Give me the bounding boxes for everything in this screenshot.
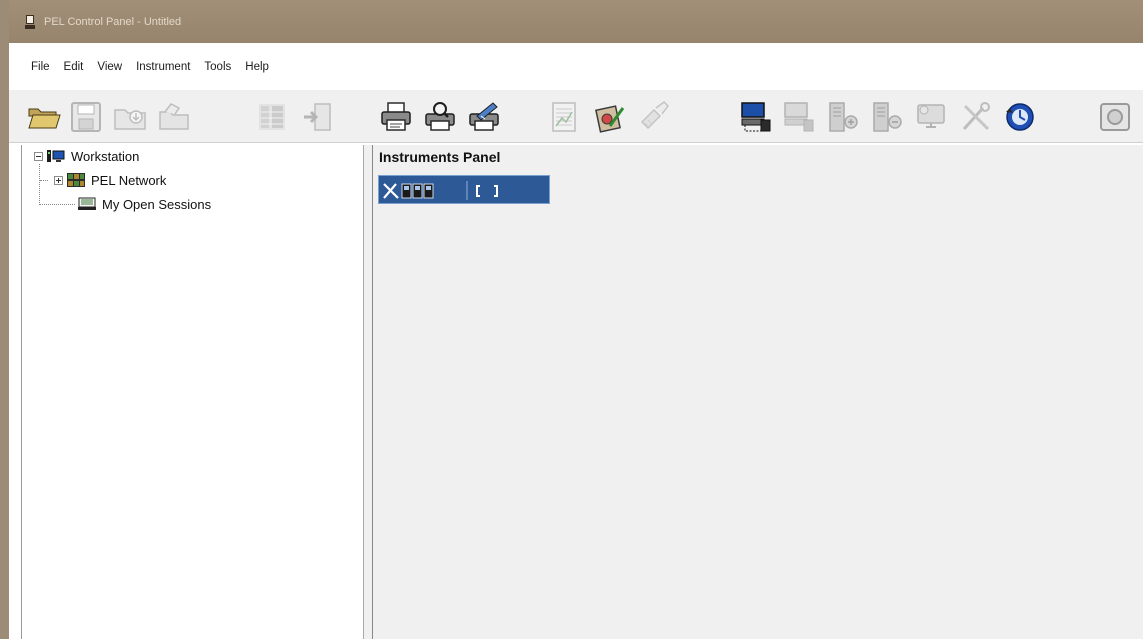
disconnect-icon[interactable] — [782, 100, 816, 134]
tree-label-workstation: Workstation — [71, 148, 140, 164]
tools-icon[interactable] — [959, 100, 993, 134]
grid-icon[interactable] — [256, 100, 290, 134]
printer-icon[interactable] — [379, 100, 413, 134]
sync-icon[interactable] — [1003, 100, 1037, 134]
open-folder-icon[interactable] — [27, 100, 61, 134]
window-frame — [0, 0, 9, 639]
tree-label-my-open-sessions: My Open Sessions — [102, 196, 212, 212]
sessions-icon — [78, 197, 96, 211]
menu-view[interactable]: View — [97, 61, 122, 73]
instruments-toolbar — [378, 175, 550, 204]
title-bar: PEL Control Panel - Untitled — [9, 0, 1143, 43]
download-folder-icon[interactable] — [113, 100, 147, 134]
menu-help[interactable]: Help — [245, 61, 269, 73]
print-preview-icon[interactable] — [423, 100, 457, 134]
wrench-icon[interactable] — [383, 183, 399, 199]
instrument-c-icon[interactable] — [423, 183, 434, 199]
menu-bar: File Edit View Instrument Tools Help — [9, 43, 1143, 90]
tree-item-my-open-sessions[interactable]: My Open Sessions — [78, 194, 211, 214]
more-icon[interactable] — [1098, 100, 1143, 134]
add-instrument-icon[interactable] — [826, 100, 860, 134]
remove-instrument-icon[interactable] — [870, 100, 904, 134]
tree-line — [40, 180, 48, 181]
navigation-tree: Workstation PEL Network My Open Sessions — [21, 145, 364, 639]
instrument-a-icon[interactable] — [401, 183, 412, 199]
menu-instrument[interactable]: Instrument — [136, 61, 190, 73]
collapse-icon[interactable] — [34, 151, 43, 161]
save-icon[interactable] — [69, 100, 103, 134]
instruments-panel: Instruments Panel — [372, 145, 1143, 639]
report-icon[interactable] — [548, 100, 582, 134]
monitor-icon[interactable] — [914, 100, 948, 134]
tree-line — [40, 204, 75, 205]
folder-icon[interactable] — [157, 100, 191, 134]
instrument-b-icon[interactable] — [412, 183, 423, 199]
splitter[interactable] — [364, 145, 372, 639]
tree-item-pel-network[interactable]: PEL Network — [54, 170, 166, 190]
panel-title: Instruments Panel — [379, 149, 501, 165]
print-setup-icon[interactable] — [467, 100, 501, 134]
app-icon — [25, 14, 35, 29]
menu-edit[interactable]: Edit — [64, 61, 84, 73]
workstation-icon — [47, 149, 65, 163]
connect-icon[interactable] — [739, 100, 773, 134]
network-icon — [67, 173, 85, 187]
edit-icon[interactable] — [592, 100, 626, 134]
window-title: PEL Control Panel - Untitled — [44, 15, 182, 28]
expand-icon[interactable] — [54, 175, 63, 185]
menu-file[interactable]: File — [31, 61, 50, 73]
menu-tools[interactable]: Tools — [204, 61, 231, 73]
toolbar — [9, 90, 1143, 143]
tree-label-pel-network: PEL Network — [91, 172, 167, 188]
import-icon[interactable] — [300, 100, 334, 134]
tree-line — [39, 164, 40, 205]
brush-icon[interactable] — [636, 100, 670, 134]
fullscreen-icon[interactable] — [476, 185, 498, 197]
tree-item-workstation[interactable]: Workstation — [34, 146, 139, 166]
